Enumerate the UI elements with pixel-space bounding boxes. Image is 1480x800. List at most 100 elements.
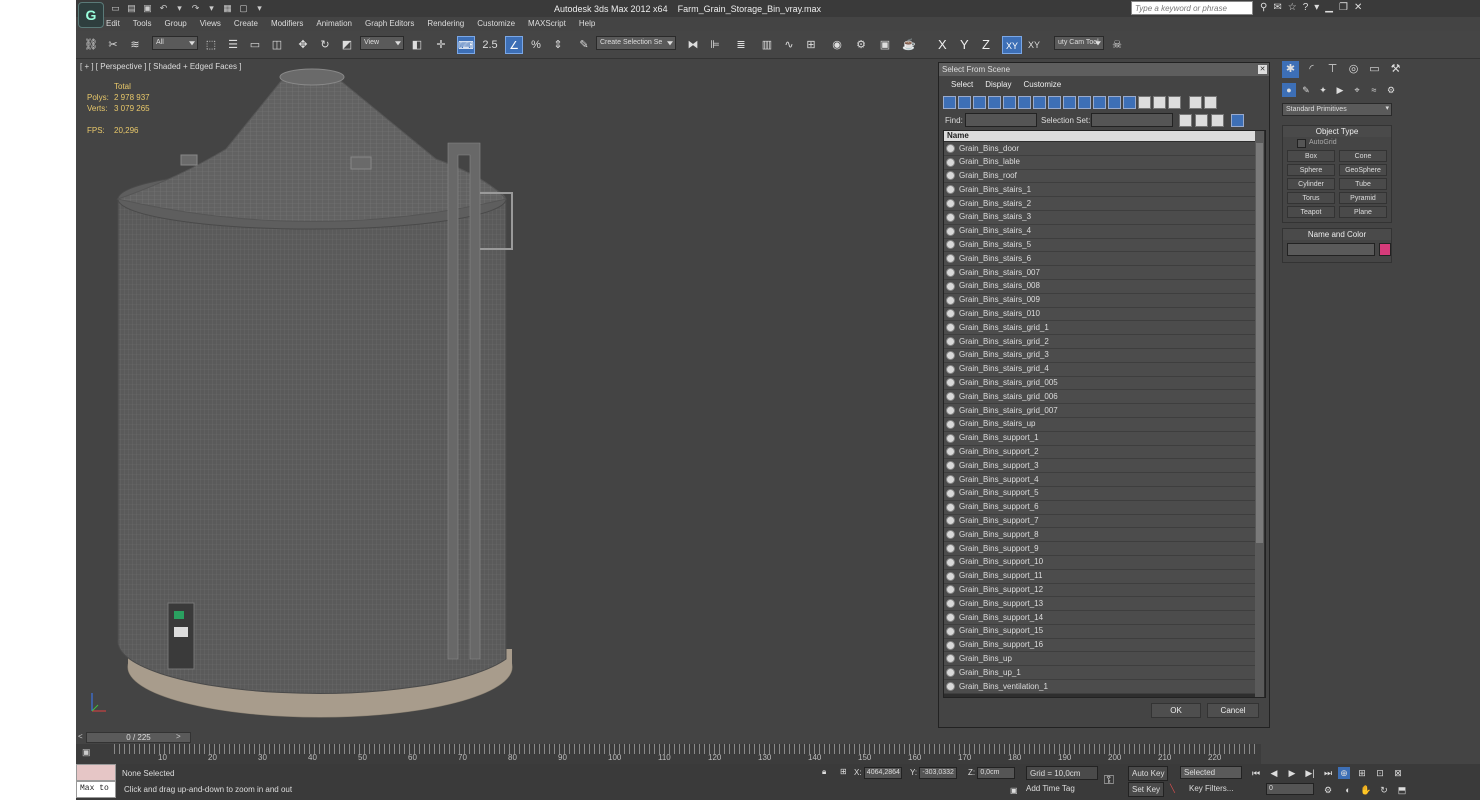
list-item[interactable]: Grain_Bins_support_4 — [944, 473, 1256, 487]
select-invert-icon[interactable] — [1211, 114, 1224, 127]
create-tab-icon[interactable]: ✱ — [1282, 61, 1299, 78]
pyramid-button[interactable]: Pyramid — [1339, 192, 1387, 204]
sphere-button[interactable]: Sphere — [1287, 164, 1335, 176]
list-item[interactable]: Grain_Bins_stairs_009 — [944, 293, 1256, 308]
filter-xrefs-icon[interactable] — [1048, 96, 1061, 109]
menu-help[interactable]: Help — [579, 19, 595, 31]
cancel-button[interactable]: Cancel — [1207, 703, 1259, 718]
save-icon[interactable]: ▣ — [142, 3, 153, 14]
motion-tab-icon[interactable]: ◎ — [1345, 61, 1362, 78]
list-item[interactable]: Grain_Bins_stairs_2 — [944, 197, 1256, 211]
torus-button[interactable]: Torus — [1287, 192, 1335, 204]
current-frame-field[interactable]: 0 — [1266, 783, 1314, 795]
hold-icon[interactable]: ▦ — [222, 3, 233, 14]
list-item[interactable]: Grain_Bins_support_9 — [944, 542, 1256, 556]
minimize-icon[interactable]: ▁ — [1325, 2, 1333, 13]
communication-icon[interactable]: ✉ — [1273, 2, 1281, 13]
select-object-icon[interactable]: ⬚ — [202, 36, 220, 54]
select-manipulate-icon[interactable]: ✛ — [432, 36, 450, 54]
axis-x-button[interactable]: X — [938, 37, 947, 52]
funnel-icon[interactable] — [1189, 96, 1202, 109]
lock-selection-icon[interactable]: 🔒︎ — [822, 767, 826, 777]
zoom-all-icon[interactable]: ⊞ — [1356, 767, 1368, 779]
list-item[interactable]: Grain_Bins_support_12 — [944, 583, 1256, 598]
sfs-menu-select[interactable]: Select — [951, 80, 973, 92]
menu-rendering[interactable]: Rendering — [427, 19, 464, 31]
maxscript-mini-listener[interactable]: Max to — [76, 781, 116, 798]
filter-shapes-icon[interactable] — [958, 96, 971, 109]
play-icon[interactable]: ▶ — [1286, 767, 1298, 779]
name-and-color-title[interactable]: Name and Color — [1283, 229, 1391, 240]
axis-y-button[interactable]: Y — [960, 37, 969, 52]
list-item[interactable]: Grain_Bins_support_1 — [944, 431, 1256, 446]
zoom-extents-icon[interactable]: ⊡ — [1374, 767, 1386, 779]
list-item[interactable]: Grain_Bins_support_7 — [944, 514, 1256, 529]
unlink-icon[interactable]: ✂ — [104, 36, 122, 54]
time-tag-icon[interactable]: ▣ — [1010, 786, 1018, 795]
window-crossing-icon[interactable]: ◫ — [268, 36, 286, 54]
fetch-icon[interactable]: ▢ — [238, 3, 249, 14]
list-item[interactable]: Grain_Bins_stairs_grid_007 — [944, 404, 1256, 418]
funnel-options-icon[interactable] — [1204, 96, 1217, 109]
list-item[interactable]: Grain_Bins_stairs_4 — [944, 224, 1256, 239]
mirror-icon[interactable]: ⧓ — [684, 36, 702, 54]
list-item[interactable]: Grain_Bins_stairs_grid_1 — [944, 321, 1256, 336]
object-name-field[interactable] — [1287, 243, 1375, 256]
sync-selection-icon[interactable] — [1231, 114, 1244, 127]
selection-set-dropdown[interactable] — [1091, 113, 1173, 127]
plane-button[interactable]: Plane — [1339, 206, 1387, 218]
sfs-menu-display[interactable]: Display — [985, 80, 1011, 92]
reference-coordinate-dropdown[interactable]: View — [360, 36, 404, 50]
menu-views[interactable]: Views — [200, 19, 221, 31]
help-dropdown-icon[interactable]: ▾ — [1314, 2, 1319, 13]
curve-editor-icon[interactable]: ∿ — [780, 36, 798, 54]
list-item[interactable]: Grain_Bins_stairs_007 — [944, 266, 1256, 280]
go-to-start-icon[interactable]: ⏮ — [1250, 767, 1262, 779]
maximize-viewport-icon[interactable]: ⬒ — [1396, 784, 1408, 796]
spacewarps-category-icon[interactable]: ≈ — [1367, 83, 1381, 97]
object-color-swatch[interactable] — [1379, 243, 1391, 256]
utilities-tab-icon[interactable]: ⚒ — [1387, 61, 1404, 78]
redo-dropdown-icon[interactable]: ▾ — [206, 3, 217, 14]
list-item[interactable]: Grain_Bins_stairs_5 — [944, 238, 1256, 253]
track-bar[interactable]: ▣ 10 20 30 40 50 60 70 80 90 100 110 120 130 140 150 16… — [76, 744, 1261, 764]
list-item[interactable]: Grain_Bins_support_11 — [944, 569, 1256, 584]
filter-all-icon[interactable] — [1123, 96, 1136, 109]
find-input[interactable] — [965, 113, 1037, 127]
list-item[interactable]: Grain_Bins_roof — [944, 169, 1256, 184]
previous-frame-icon[interactable]: ◀ — [1268, 767, 1280, 779]
list-item[interactable]: Grain_Bins_ventilation_1 — [944, 680, 1256, 694]
hierarchy-tab-icon[interactable]: ⊤ — [1324, 61, 1341, 78]
systems-category-icon[interactable]: ⚙ — [1384, 83, 1398, 97]
edit-named-selection-icon[interactable]: ✎ — [575, 36, 593, 54]
mini-curve-editor-icon[interactable]: ▣ — [82, 747, 91, 758]
select-none-icon[interactable] — [1195, 114, 1208, 127]
list-item[interactable]: Grain_Bins_support_16 — [944, 638, 1256, 653]
x-coordinate-field[interactable]: 4064,2864 — [863, 767, 902, 779]
menu-edit[interactable]: Edit — [106, 19, 120, 31]
list-item[interactable]: Grain_Bins_support_2 — [944, 445, 1256, 460]
z-coordinate-field[interactable]: 0,0cm — [977, 767, 1016, 779]
list-item[interactable]: Grain_Bins_door — [944, 142, 1256, 156]
menu-tools[interactable]: Tools — [133, 19, 152, 31]
star-icon[interactable]: ☆ — [1288, 2, 1297, 13]
undo-dropdown-icon[interactable]: ▾ — [174, 3, 185, 14]
list-item[interactable]: Grain_Bins_stairs_6 — [944, 252, 1256, 267]
orbit-icon[interactable]: ↻ — [1378, 784, 1390, 796]
pivot-center-icon[interactable]: ◧ — [408, 36, 426, 54]
object-type-title[interactable]: Object Type — [1283, 126, 1391, 137]
menu-graph-editors[interactable]: Graph Editors — [365, 19, 414, 31]
filter-groups-icon[interactable] — [1033, 96, 1046, 109]
filter-spacewarps-icon[interactable] — [1018, 96, 1031, 109]
skull-icon[interactable]: ☠ — [1108, 36, 1126, 54]
display-tab-icon[interactable]: ▭ — [1366, 61, 1383, 78]
list-item[interactable]: Grain_Bins_support_10 — [944, 555, 1256, 570]
absolute-mode-icon[interactable]: ⊞ — [840, 767, 847, 776]
filter-frozen-icon[interactable] — [1093, 96, 1106, 109]
key-icon[interactable]: ⚿ — [1104, 772, 1114, 788]
select-and-move-icon[interactable]: ✥ — [294, 36, 312, 54]
axis-xy-button[interactable]: XY — [1002, 36, 1022, 54]
modify-tab-icon[interactable]: ◜ — [1303, 61, 1320, 78]
geometry-category-icon[interactable]: ● — [1282, 83, 1296, 97]
new-file-icon[interactable]: ▭ — [110, 3, 121, 14]
